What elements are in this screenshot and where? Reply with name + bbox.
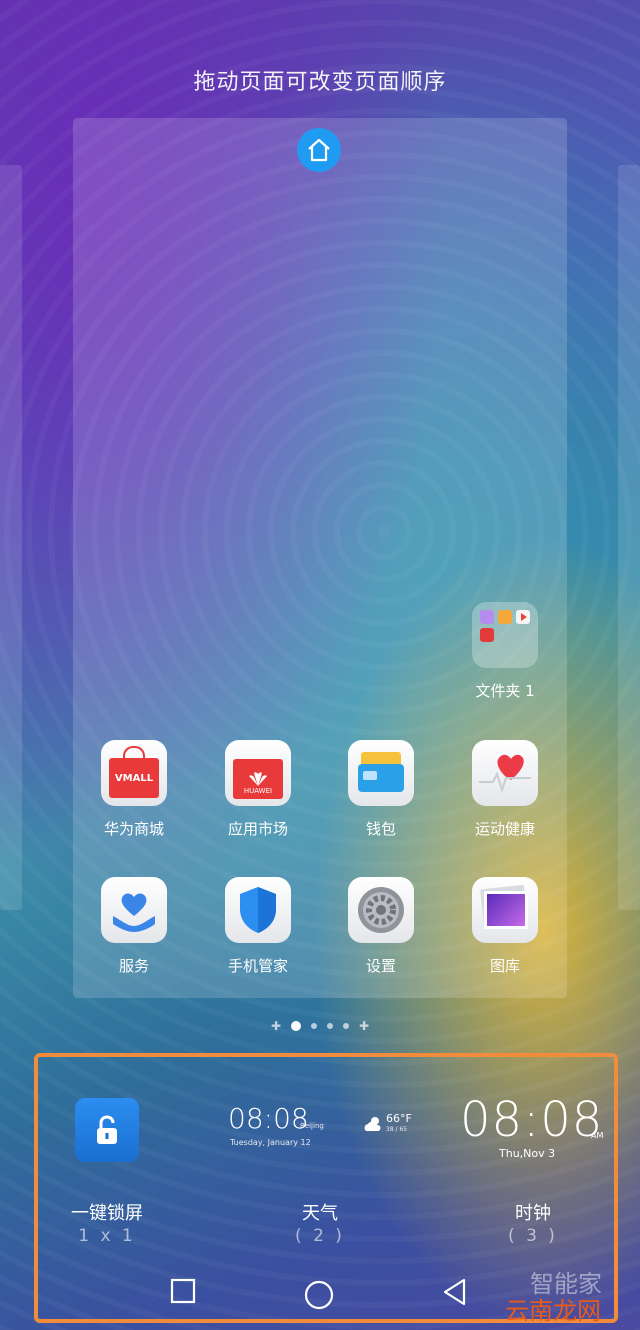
weather-widget-preview[interactable]: 08:08 Beijing Tuesday, January 12 66°F 3… [228, 1102, 418, 1152]
page-dot[interactable] [311, 1023, 317, 1029]
weather-widget-name: 天气 [302, 1203, 338, 1224]
circle-icon [304, 1280, 334, 1310]
folder-1[interactable]: 文件夹 1 [445, 602, 565, 701]
weather-date: Tuesday, January 12 [230, 1138, 311, 1147]
page-dot-active[interactable] [291, 1021, 301, 1031]
lock-widget-size: 1 x 1 [78, 1226, 136, 1246]
app-label: 手机管家 [227, 957, 288, 975]
app-appgallery[interactable]: HUAWEI 应用市场 [198, 740, 318, 839]
app-wallet[interactable]: 钱包 [321, 740, 441, 839]
weather-temp: 66°F [386, 1112, 412, 1125]
back-triangle-icon [443, 1278, 466, 1306]
partly-cloudy-icon [364, 1117, 381, 1131]
instruction-title: 拖动页面可改变页面顺序 [193, 70, 447, 95]
padlock-icon [97, 1115, 117, 1144]
clock-date: Thu,Nov 3 [499, 1147, 556, 1160]
folder-label: 文件夹 1 [475, 682, 535, 700]
app-vmall[interactable]: VMALL 华为商城 [74, 740, 194, 839]
page-dot[interactable] [327, 1023, 333, 1029]
back-nav-button[interactable] [442, 1278, 468, 1310]
app-phone-manager[interactable]: 手机管家 [198, 877, 318, 976]
next-page-preview[interactable] [618, 165, 640, 910]
weather-range: 38 / 65 [386, 1126, 408, 1133]
health-heart-icon [472, 740, 538, 806]
weather-city: Beijing [300, 1122, 324, 1130]
clock-widget-name: 时钟 [515, 1203, 551, 1224]
app-gallery[interactable]: 图库 [445, 877, 565, 976]
app-label: 运动健康 [474, 820, 535, 838]
weather-widget-count: ( 2 ) [295, 1226, 345, 1246]
square-icon [170, 1278, 196, 1304]
app-label: 图库 [489, 957, 520, 975]
app-services[interactable]: 服务 [74, 877, 194, 976]
one-key-lock-widget[interactable] [75, 1098, 139, 1162]
app-health[interactable]: 运动健康 [445, 740, 565, 839]
folder-icon [472, 602, 538, 668]
settings-gear-icon [348, 877, 414, 943]
set-home-page-button[interactable] [297, 128, 341, 172]
previous-page-preview[interactable] [0, 165, 22, 910]
add-page-left-icon[interactable]: ✚ [271, 1020, 281, 1032]
clock-widget-preview[interactable]: 08:08 AM Thu,Nov 3 [460, 1092, 610, 1164]
app-label: 服务 [118, 957, 149, 975]
huawei-appgallery-icon: HUAWEI [225, 740, 291, 806]
page-indicator[interactable]: ✚ ✚ [0, 1020, 640, 1032]
app-label: 钱包 [365, 820, 396, 838]
clock-time: 08:08 [460, 1092, 604, 1148]
vmall-icon: VMALL [101, 740, 167, 806]
app-label: 应用市场 [227, 820, 288, 838]
home-nav-button[interactable] [304, 1280, 334, 1314]
add-page-right-icon[interactable]: ✚ [359, 1020, 369, 1032]
lock-widget-name: 一键锁屏 [71, 1203, 143, 1224]
app-label: 华为商城 [103, 820, 164, 838]
clock-ampm: AM [591, 1131, 604, 1140]
page-dot[interactable] [343, 1023, 349, 1029]
services-heart-hand-icon [101, 877, 167, 943]
wallet-icon [348, 740, 414, 806]
weather-time: 08:08 [228, 1102, 309, 1135]
app-settings[interactable]: 设置 [321, 877, 441, 976]
watermark-bottom: 云南龙网 [505, 1297, 601, 1325]
gallery-icon [472, 877, 538, 943]
recent-apps-button[interactable] [170, 1278, 196, 1308]
app-label: 设置 [365, 957, 396, 975]
home-page-preview[interactable] [73, 118, 567, 998]
home-icon [308, 138, 330, 162]
clock-widget-count: ( 3 ) [508, 1226, 558, 1246]
phone-manager-shield-icon [225, 877, 291, 943]
